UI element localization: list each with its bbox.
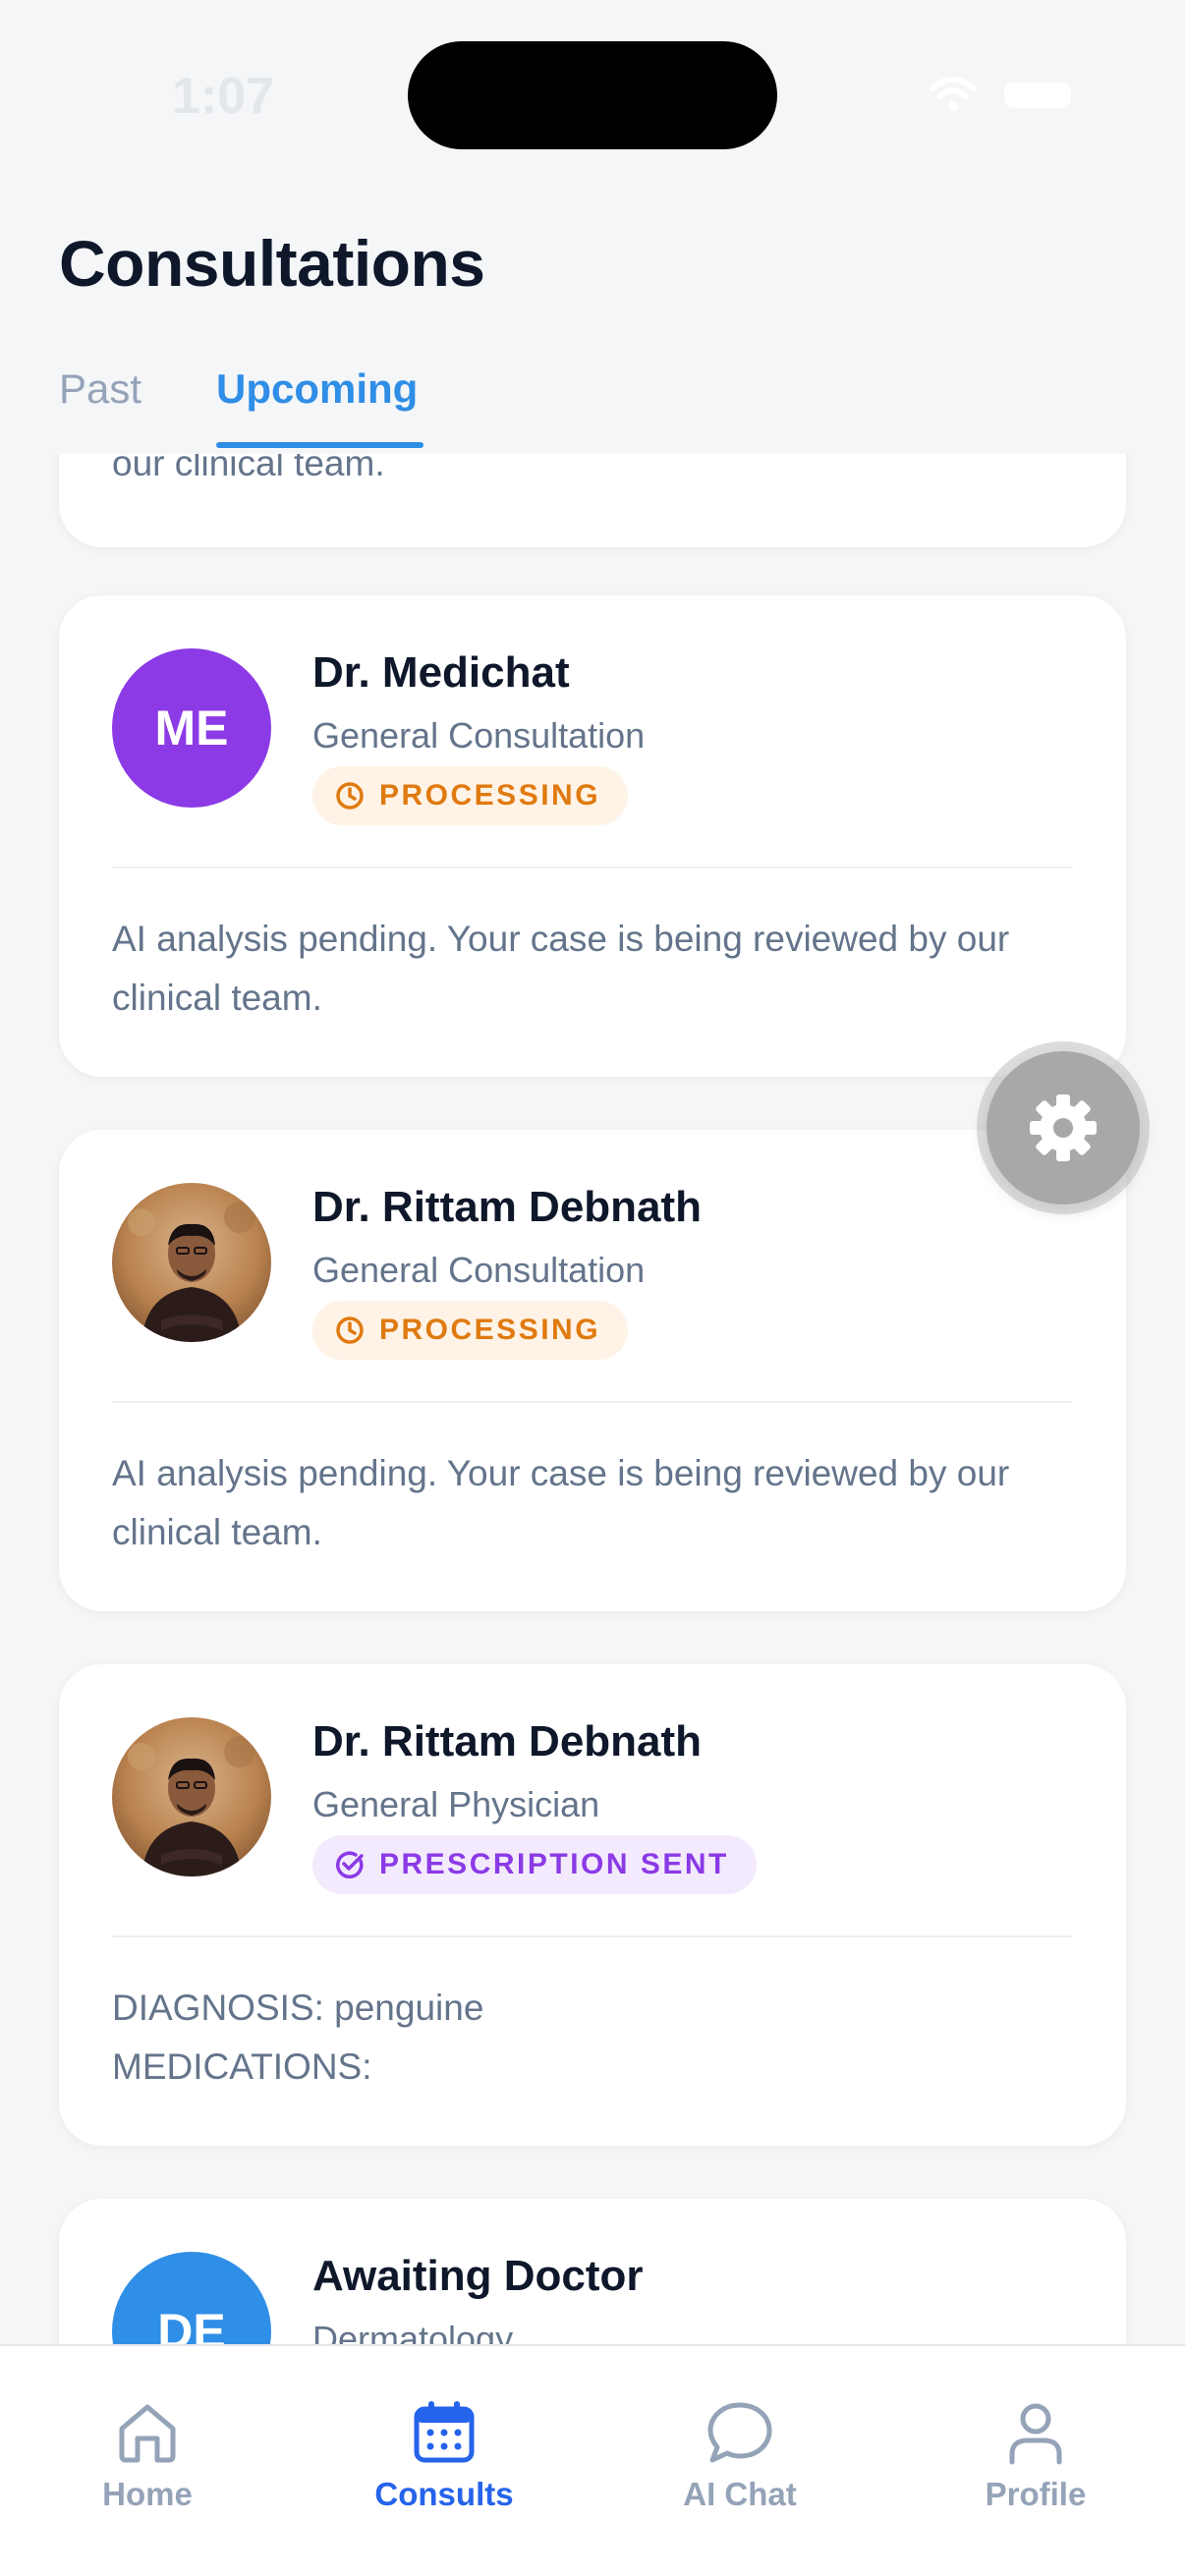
doctor-specialty: Dermatology (312, 2319, 514, 2344)
nav-label: Consults (374, 2476, 514, 2512)
calendar-icon (414, 2401, 475, 2463)
avatar: ME (112, 648, 271, 808)
doctor-specialty: General Physician (312, 1784, 600, 1824)
status-label: PRESCRIPTION SENT (379, 1848, 729, 1880)
check-circle-icon (336, 1851, 364, 1878)
consultation-card[interactable]: ME Dr. Medichat General Consultation PRO… (59, 595, 1126, 1077)
bottom-nav: Home Consults AI Chat Profile (0, 2344, 1185, 2576)
consultation-note: AI analysis pending. Your case is being … (112, 1453, 1010, 1552)
nav-label: AI Chat (683, 2476, 797, 2512)
consultation-card[interactable]: Dr. Rittam Debnath General Physician PRE… (59, 1664, 1126, 2146)
clock-icon (336, 1316, 364, 1344)
status-label: PROCESSING (379, 1314, 601, 1346)
avatar (112, 1183, 271, 1342)
card-divider (112, 867, 1073, 868)
doctor-name: Dr. Medichat (312, 648, 570, 697)
nav-ai-chat[interactable]: AI Chat (642, 2397, 838, 2513)
settings-fab[interactable] (987, 1051, 1140, 1204)
nav-consults[interactable]: Consults (346, 2397, 542, 2513)
tab-past[interactable]: Past (59, 365, 141, 413)
card-divider (112, 1401, 1073, 1403)
consultation-note: our clinical team. (112, 454, 385, 483)
doctor-name: Dr. Rittam Debnath (312, 1183, 703, 1231)
status-label: PROCESSING (379, 779, 601, 812)
nav-profile[interactable]: Profile (937, 2397, 1134, 2513)
avatar (112, 1717, 271, 1876)
consultation-note: AI analysis pending. Your case is being … (112, 919, 1010, 1018)
nav-label: Home (102, 2476, 193, 2512)
dynamic-island (408, 41, 777, 149)
consultation-card[interactable]: Dr. Rittam Debnath General Consultation … (59, 1130, 1126, 1611)
medications-line: MEDICATIONS: (112, 2046, 372, 2087)
doctor-specialty: General Consultation (312, 1250, 646, 1290)
home-icon (119, 2404, 176, 2463)
card-divider (112, 1935, 1073, 1937)
status-badge: PRESCRIPTION SENT (312, 1835, 757, 1894)
chat-bubble-icon (707, 2402, 772, 2463)
page-title: Consultations (59, 227, 485, 300)
consultation-card[interactable]: our clinical team. (59, 454, 1126, 547)
gear-icon (1030, 1094, 1097, 1161)
active-tab-indicator (216, 442, 423, 448)
status-badge: PROCESSING (312, 1301, 629, 1360)
person-icon (1009, 2403, 1062, 2465)
status-badge: PROCESSING (312, 766, 629, 825)
nav-label: Profile (985, 2476, 1087, 2512)
consultations-screen: 1:07 Consultations Past Upcoming our cli… (0, 0, 1185, 2576)
status-time: 1:07 (172, 68, 275, 125)
consultation-list[interactable]: our clinical team. ME Dr. Medichat Gener… (0, 454, 1185, 2344)
avatar: DE (112, 2252, 271, 2344)
consultation-card[interactable]: DE Awaiting Doctor Dermatology (59, 2199, 1126, 2344)
battery-icon (1004, 83, 1071, 108)
nav-home[interactable]: Home (49, 2397, 246, 2513)
doctor-name: Awaiting Doctor (312, 2252, 644, 2300)
tab-upcoming[interactable]: Upcoming (216, 365, 418, 413)
consultation-note: DIAGNOSIS: penguine MEDICATIONS: (112, 1979, 1075, 2097)
diagnosis-line: DIAGNOSIS: penguine (112, 1988, 484, 2028)
doctor-name: Dr. Rittam Debnath (312, 1717, 703, 1765)
wifi-icon (930, 77, 977, 111)
doctor-specialty: General Consultation (312, 715, 646, 756)
clock-icon (336, 782, 364, 810)
